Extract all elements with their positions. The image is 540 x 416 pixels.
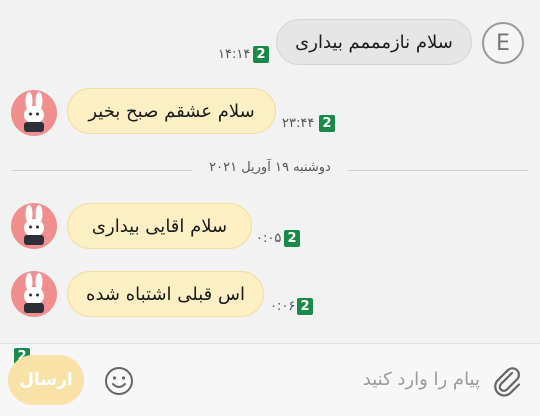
message-bubble[interactable]: سلام اقایی بیداری [67, 203, 252, 249]
message-time: ۰:۰۵ [256, 231, 282, 246]
message-row: سلام عشقم صبح بخیر ۲۳:۴۴ 2 [0, 85, 540, 145]
message-bubble[interactable]: سلام عشقم صبح بخیر [67, 88, 276, 134]
paperclip-icon[interactable] [490, 364, 524, 398]
bunny-avatar-icon[interactable] [11, 90, 57, 136]
bunny-avatar-icon[interactable] [11, 203, 57, 249]
message-input[interactable]: پیام را وارد کنید [300, 369, 480, 390]
message-row: سلام اقایی بیداری ۰:۰۵ 2 [0, 200, 540, 260]
message-time: ۲۳:۴۴ [282, 116, 315, 131]
read-badge: 2 [319, 115, 335, 132]
read-badge: 2 [253, 46, 269, 63]
message-time: ۰:۰۶ [270, 299, 296, 314]
message-bubble[interactable]: اس قبلی اشتباه شده [67, 271, 264, 317]
send-button[interactable]: ارسال [8, 355, 84, 405]
divider-line [348, 170, 528, 171]
user-avatar[interactable]: E [482, 22, 524, 64]
bunny-avatar-icon[interactable] [11, 271, 57, 317]
message-composer: 2 ارسال پیام را وارد کنید [0, 343, 540, 416]
message-row: E سلام نازمممم بیداری 2 ۱۴:۱۴ [0, 14, 540, 74]
read-badge: 2 [297, 298, 313, 315]
message-time: ۱۴:۱۴ [218, 47, 251, 62]
divider-line [12, 170, 192, 171]
smiley-icon[interactable] [103, 365, 135, 397]
message-bubble[interactable]: سلام نازمممم بیداری [276, 19, 472, 65]
message-row: اس قبلی اشتباه شده ۰:۰۶ 2 [0, 268, 540, 328]
read-badge: 2 [284, 230, 300, 247]
date-divider: دوشنبه ۱۹ آوریل ۲۰۲۱ [209, 160, 331, 175]
